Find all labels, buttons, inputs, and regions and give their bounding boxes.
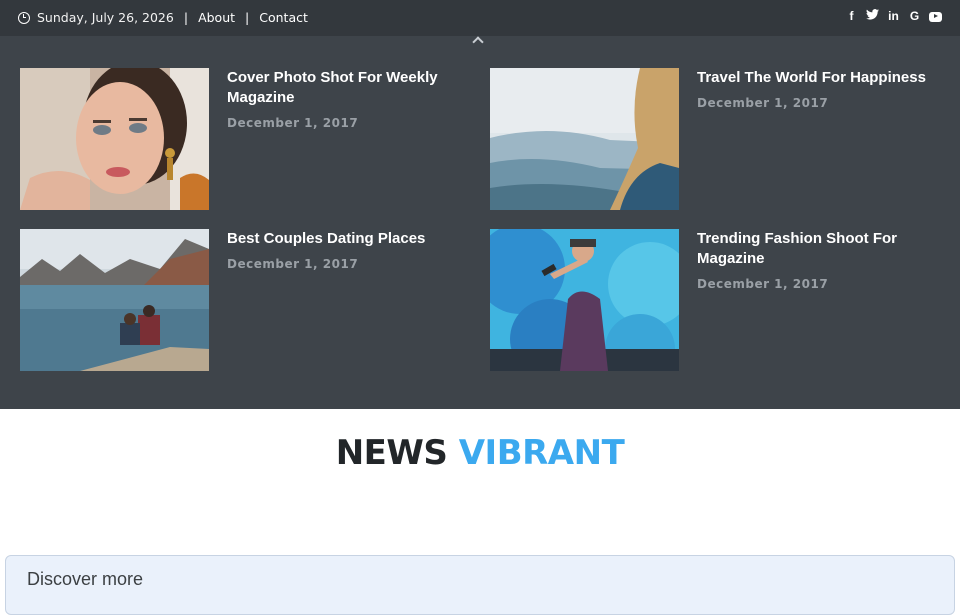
linkedin-icon[interactable]: in: [887, 9, 900, 23]
post-thumbnail[interactable]: [490, 229, 679, 371]
post-date: December 1, 2017: [697, 277, 829, 291]
top-bar: Sunday, July 26, 2026 | About | Contact …: [0, 0, 960, 36]
post-card[interactable]: Travel The World For Happiness December …: [490, 68, 940, 210]
facebook-icon[interactable]: f: [845, 9, 858, 23]
discover-more-box[interactable]: Discover more: [5, 555, 955, 615]
post-title[interactable]: Cover Photo Shot For Weekly Magazine: [227, 68, 462, 108]
post-date: December 1, 2017: [227, 116, 359, 130]
youtube-icon[interactable]: [929, 11, 942, 22]
post-title[interactable]: Travel The World For Happiness: [697, 68, 932, 88]
current-date: Sunday, July 26, 2026: [37, 10, 174, 25]
post-title[interactable]: Best Couples Dating Places: [227, 229, 462, 249]
about-link[interactable]: About: [198, 10, 235, 25]
social-links: f in G: [845, 9, 942, 23]
site-title[interactable]: NEWS VIBRANT: [0, 433, 960, 473]
post-card[interactable]: Best Couples Dating Places December 1, 2…: [20, 229, 470, 371]
post-thumbnail[interactable]: [20, 68, 209, 210]
divider: |: [183, 10, 189, 25]
discover-more-label: Discover more: [27, 569, 144, 589]
divider: |: [245, 10, 250, 25]
post-date: December 1, 2017: [697, 96, 829, 110]
contact-link[interactable]: Contact: [259, 10, 308, 25]
post-title[interactable]: Trending Fashion Shoot For Magazine: [697, 229, 932, 269]
post-card[interactable]: Trending Fashion Shoot For Magazine Dece…: [490, 229, 940, 371]
site-title-part2: VIBRANT: [458, 433, 625, 473]
post-thumbnail[interactable]: [490, 68, 679, 210]
twitter-icon[interactable]: [866, 9, 879, 23]
post-thumbnail[interactable]: [20, 229, 209, 371]
google-icon[interactable]: G: [908, 9, 921, 23]
post-date: December 1, 2017: [227, 257, 359, 271]
top-bar-left: Sunday, July 26, 2026 | About | Contact: [18, 10, 308, 25]
site-title-part1: NEWS: [335, 433, 459, 473]
clock-icon: [18, 11, 30, 24]
post-card[interactable]: Cover Photo Shot For Weekly Magazine Dec…: [20, 68, 470, 210]
